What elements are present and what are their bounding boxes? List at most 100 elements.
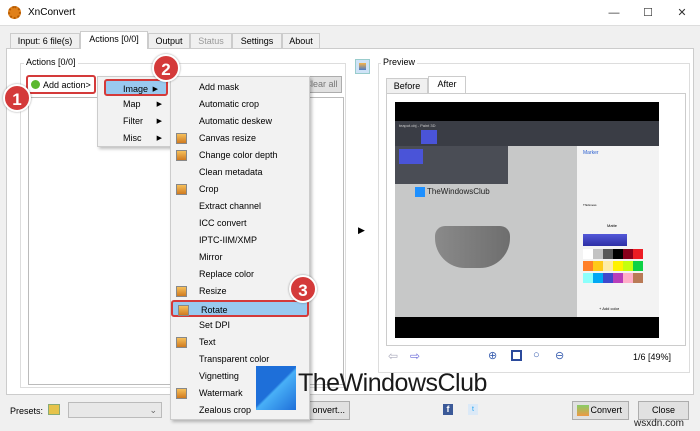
action-icon [176, 133, 187, 144]
tab-output[interactable]: Output [148, 33, 190, 48]
windows-club-logo-icon [256, 366, 296, 410]
preview-image: teapot.obj - Paint 3D TheWindowsClub Mar… [395, 102, 659, 338]
menu-item-label: Vignetting [199, 371, 239, 381]
menu-item-label: Add mask [199, 82, 240, 92]
menu-item-label: Crop [199, 184, 219, 194]
tab-about[interactable]: About [282, 33, 320, 48]
color-swatch [623, 261, 634, 271]
menu-item-set-dpi[interactable]: Set DPI [171, 317, 309, 334]
facebook-icon[interactable]: f [443, 404, 453, 415]
color-swatch [623, 249, 634, 259]
tab-settings[interactable]: Settings [232, 33, 282, 48]
color-swatch [603, 249, 614, 259]
menu-item-label: Clean metadata [199, 167, 263, 177]
tab-input[interactable]: Input: 6 file(s) [10, 33, 80, 48]
menu-item-replace-color[interactable]: Replace color [171, 266, 309, 283]
menu-item-misc[interactable]: Misc ▶ [98, 130, 170, 147]
menu-item-iptc-iim-xmp[interactable]: IPTC-IIM/XMP [171, 232, 309, 249]
menu-item-crop[interactable]: Crop [171, 181, 309, 198]
menu-item-filter[interactable]: Filter ▶ [98, 113, 170, 130]
page-info: 1/6 [49%] [633, 352, 672, 362]
menu-item-rotate[interactable]: Rotate [171, 300, 309, 317]
preview-group-label: Preview [381, 57, 418, 67]
minimize-button[interactable]: — [597, 0, 631, 26]
zoom-out-icon[interactable]: ⊖ [555, 349, 564, 362]
tab-before[interactable]: Before [386, 78, 428, 93]
fit-to-window-icon[interactable] [511, 350, 522, 361]
menu-item-label: Change color depth [199, 150, 278, 160]
presets-folder-icon[interactable] [48, 404, 60, 415]
color-swatch [593, 273, 604, 283]
menu-item-change-color-depth[interactable]: Change color depth [171, 147, 309, 164]
action-icon [176, 388, 187, 399]
action-category-menu: Image ▶ Map ▶ Filter ▶ Misc ▶ [97, 76, 171, 147]
add-icon [31, 80, 40, 89]
color-swatch [613, 273, 624, 283]
window-title: XnConvert [28, 7, 76, 18]
add-action-button[interactable]: Add action> [26, 75, 96, 94]
watermark-text: TheWindowsClub [298, 369, 487, 397]
site-watermark: wsxdn.com [634, 418, 685, 429]
menu-item-map[interactable]: Map ▶ [98, 96, 170, 113]
xnconvert-logo-icon [8, 6, 21, 19]
action-icon [176, 337, 187, 348]
menu-item-label: Replace color [199, 269, 255, 279]
paint3d-title: teapot.obj - Paint 3D [399, 123, 436, 128]
menu-item-add-mask[interactable]: Add mask [171, 79, 309, 96]
color-swatch [633, 273, 644, 283]
color-swatch [603, 273, 614, 283]
add-action-label: Add action> [43, 80, 91, 90]
tab-after[interactable]: After [428, 76, 466, 94]
menu-item-canvas-resize[interactable]: Canvas resize [171, 130, 309, 147]
color-swatch [583, 249, 594, 259]
menu-item-automatic-deskew[interactable]: Automatic deskew [171, 113, 309, 130]
actual-size-icon[interactable]: ○ [533, 349, 540, 361]
color-swatch [593, 249, 604, 259]
finish-label: Matte [607, 223, 618, 228]
menu-item-label: Watermark [199, 388, 243, 398]
preview-toggle-icon[interactable] [355, 59, 370, 74]
zoom-in-icon[interactable]: ⊕ [488, 349, 497, 362]
add-color-label: + Add color [599, 306, 620, 311]
menu-item-mirror[interactable]: Mirror [171, 249, 309, 266]
menu-item-extract-channel[interactable]: Extract channel [171, 198, 309, 215]
teapot-shape [435, 226, 510, 268]
tab-actions[interactable]: Actions [0/0] [80, 31, 148, 49]
color-swatch [613, 261, 624, 271]
menu-item-label: Mirror [199, 252, 223, 262]
color-swatch [613, 249, 624, 259]
color-swatch [593, 261, 604, 271]
twitter-icon[interactable]: t [468, 404, 478, 415]
menu-item-label: Resize [199, 286, 227, 296]
action-icon [178, 305, 189, 316]
previous-arrow-icon[interactable]: ⇦ [388, 349, 398, 363]
menu-item-automatic-crop[interactable]: Automatic crop [171, 96, 309, 113]
presets-select[interactable]: ⌄ [68, 402, 162, 418]
action-icon [176, 184, 187, 195]
menu-item-image[interactable]: Image ▶ [104, 79, 168, 96]
color-swatch [633, 261, 644, 271]
step-badge-2: 2 [152, 54, 180, 82]
step-badge-1: 1 [3, 84, 31, 112]
maximize-button[interactable]: ☐ [631, 0, 665, 26]
title-bar: XnConvert — ☐ ✕ [0, 0, 700, 26]
menu-item-label: IPTC-IIM/XMP [199, 235, 257, 245]
thickness-label: Thickness [583, 203, 597, 207]
tab-status[interactable]: Status [190, 33, 232, 48]
menu-item-label: Extract channel [199, 201, 262, 211]
color-swatches [583, 249, 651, 285]
menu-item-text[interactable]: Text [171, 334, 309, 351]
color-swatch [623, 273, 634, 283]
next-arrow-icon[interactable]: ⇨ [410, 349, 420, 363]
image-watermark: TheWindowsClub [427, 187, 490, 196]
close-window-button[interactable]: ✕ [665, 0, 699, 26]
menu-item-label: Transparent color [199, 354, 270, 364]
expand-arrow-icon[interactable]: ▶ [358, 225, 365, 236]
menu-item-clean-metadata[interactable]: Clean metadata [171, 164, 309, 181]
color-swatch [583, 261, 594, 271]
menu-item-icc-convert[interactable]: ICC convert [171, 215, 309, 232]
menu-item-label: Canvas resize [199, 133, 257, 143]
actions-group-label: Actions [0/0] [24, 57, 78, 67]
menu-item-label: ICC convert [199, 218, 247, 228]
convert-button[interactable]: Convert [572, 401, 629, 420]
